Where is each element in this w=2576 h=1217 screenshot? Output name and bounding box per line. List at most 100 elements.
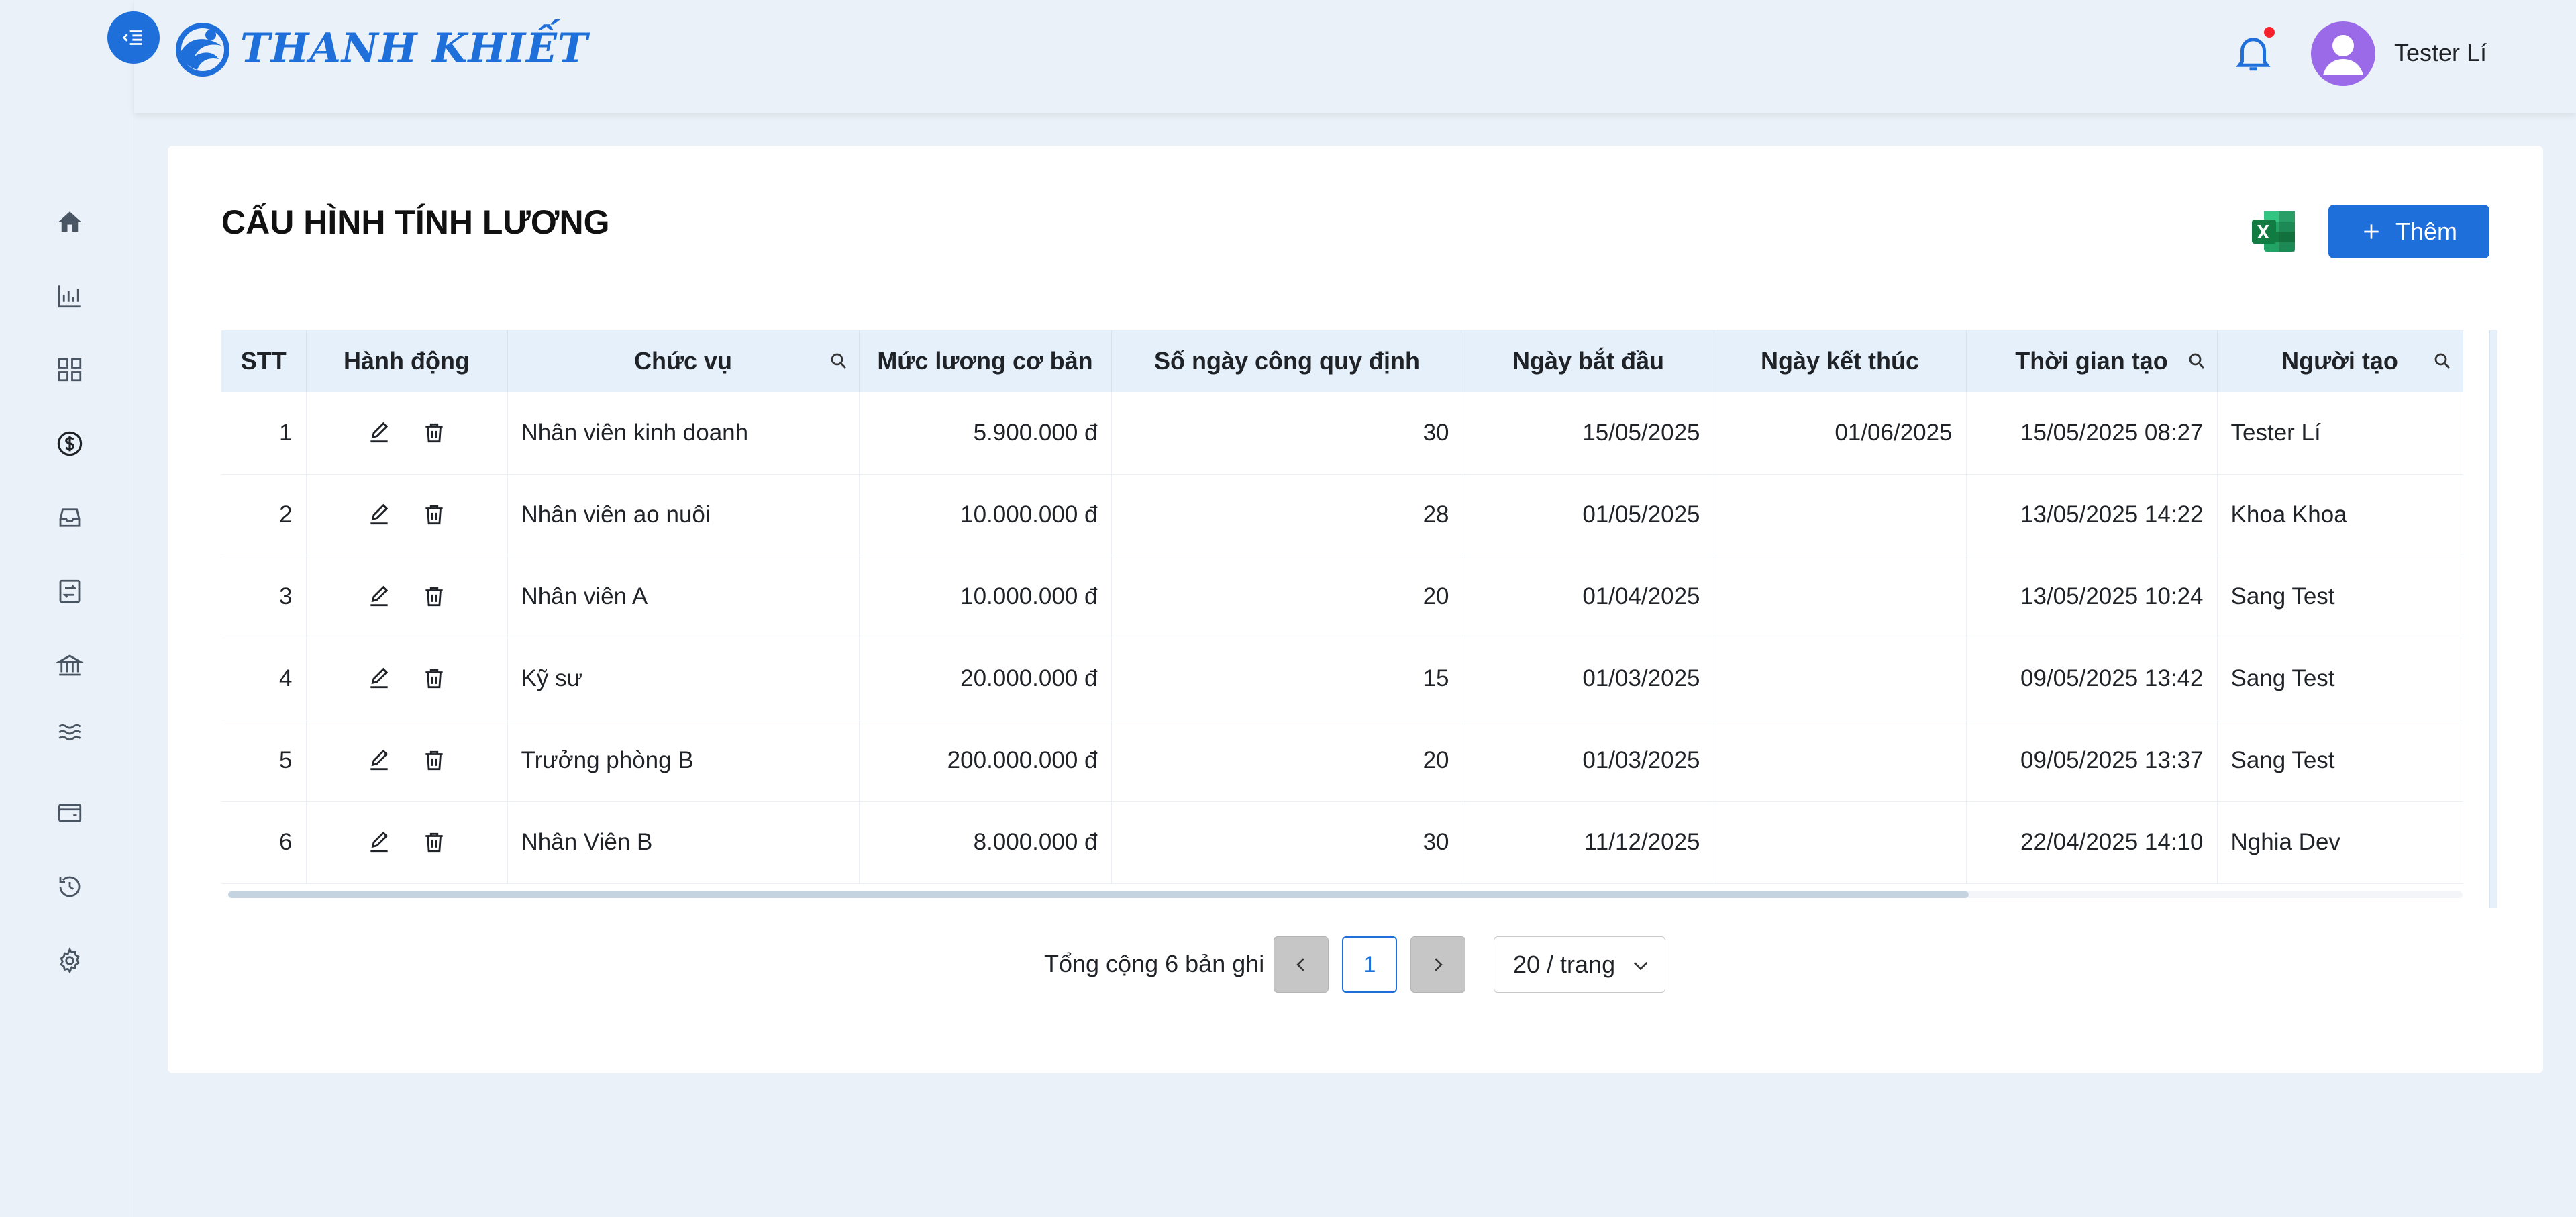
user-name[interactable]: Tester Lí [2394,39,2487,67]
horizontal-scrollbar[interactable] [228,891,2463,898]
notification-button[interactable] [2228,27,2279,78]
cell-actions [306,638,508,720]
delete-icon [421,666,447,691]
column-header-creator-label: Người tạo [2281,347,2398,375]
cell-work-days: 30 [1111,801,1463,884]
cell-creator: Sang Test [2217,556,2463,638]
column-header-stt: STT [221,330,307,392]
edit-icon [366,502,392,528]
edit-button[interactable] [364,581,395,612]
sidebar-item-bank[interactable] [51,646,89,684]
created-time-filter-button[interactable] [2185,349,2209,373]
cell-stt: 6 [221,801,307,884]
excel-icon [2252,211,2295,252]
menu-toggle-button[interactable] [107,11,160,64]
cell-created-time: 13/05/2025 14:22 [1966,474,2218,556]
cell-creator: Tester Lí [2217,392,2463,475]
cell-actions [306,801,508,884]
cell-end-date [1714,801,1967,884]
cell-base-salary: 10.000.000 đ [859,556,1112,638]
cell-base-salary: 10.000.000 đ [859,474,1112,556]
brand-logo[interactable]: THANH KHIẾT [170,16,588,81]
transfer-icon [59,579,81,603]
sidebar-item-reports[interactable] [51,277,89,315]
column-header-position-label: Chức vụ [633,347,733,375]
chevron-down-icon [1633,962,1648,971]
export-excel-button[interactable] [2251,210,2296,253]
position-filter-button[interactable] [827,349,851,373]
horizontal-scrollbar-thumb[interactable] [228,891,1969,898]
avatar[interactable] [2311,21,2375,86]
pagination: Tổng cộng 6 bản ghi 1 20 / trang [168,936,2543,993]
chevron-right-icon [1435,958,1443,971]
cell-stt: 5 [221,720,307,802]
sidebar-item-wallet[interactable] [51,794,89,832]
sidebar-item-dashboard[interactable] [51,351,89,389]
delete-button[interactable] [419,827,450,858]
cell-actions [306,474,508,556]
grid-icon [58,358,82,382]
waves-icon [58,724,81,741]
cell-base-salary: 200.000.000 đ [859,720,1112,802]
bank-icon [56,654,84,676]
search-icon [2189,353,2204,369]
chevron-left-icon [1296,958,1304,971]
cell-start-date: 01/04/2025 [1463,556,1714,638]
sidebar-item-inbox[interactable] [51,499,89,536]
cell-position: Nhân viên kinh doanh [507,392,860,475]
delete-button[interactable] [419,418,450,448]
delete-button[interactable] [419,663,450,694]
bar-chart-icon [58,285,81,308]
cell-created-time: 09/05/2025 13:37 [1966,720,2218,802]
notification-dot [2264,27,2275,38]
edit-button[interactable] [364,418,395,448]
page-size-value: 20 / trang [1513,951,1616,978]
cell-work-days: 20 [1111,720,1463,802]
sidebar-item-ponds[interactable] [51,714,89,751]
cell-stt: 3 [221,556,307,638]
sidebar-item-salary[interactable] [51,425,89,463]
add-button[interactable]: Thêm [2328,205,2489,258]
next-page-button[interactable] [1410,936,1465,993]
cell-created-time: 22/04/2025 14:10 [1966,801,2218,884]
prev-page-button[interactable] [1274,936,1329,993]
sidebar-item-history[interactable] [51,868,89,906]
sidebar [0,0,134,1217]
delete-button[interactable] [419,745,450,776]
wallet-icon [58,804,82,822]
table-row: 5 Trưởng phòng B 200.000.000 đ 20 01/03/2025… [221,720,2463,802]
page-size-select[interactable]: 20 / trang [1494,936,1665,993]
cell-work-days: 15 [1111,638,1463,720]
edit-icon [366,748,392,773]
pagination-total: Tổng cộng 6 bản ghi [1044,950,1265,977]
sidebar-item-home[interactable] [51,203,89,241]
edit-button[interactable] [364,745,395,776]
delete-button[interactable] [419,581,450,612]
sidebar-item-settings[interactable] [51,942,89,979]
cell-created-time: 15/05/2025 08:27 [1966,392,2218,475]
edit-button[interactable] [364,499,395,530]
edit-button[interactable] [364,663,395,694]
salary-config-table: STT Hành động Chức vụ Mức lương cơ bản S… [221,330,2489,908]
delete-button[interactable] [419,499,450,530]
page-1-button[interactable]: 1 [1342,936,1397,993]
main-card: CẤU HÌNH TÍNH LƯƠNG Thêm STT Hành động C… [168,146,2543,1073]
cell-creator: Sang Test [2217,638,2463,720]
delete-icon [421,830,447,855]
column-header-actions: Hành động [306,330,508,392]
cell-actions [306,556,508,638]
edit-button[interactable] [364,827,395,858]
table-row: 4 Kỹ sư 20.000.000 đ 15 01/03/2025 09/05/2025… [221,638,2463,720]
add-button-label: Thêm [2395,217,2458,245]
dollar-icon [57,431,83,456]
cell-base-salary: 8.000.000 đ [859,801,1112,884]
creator-filter-button[interactable] [2430,349,2455,373]
cell-work-days: 20 [1111,556,1463,638]
delete-icon [421,748,447,773]
setting-icon [60,947,80,974]
cell-end-date [1714,638,1967,720]
column-header-creator: Người tạo [2217,330,2463,392]
sidebar-item-transfer[interactable] [51,573,89,610]
home-icon [58,211,82,232]
menu-fold-icon [122,30,142,45]
